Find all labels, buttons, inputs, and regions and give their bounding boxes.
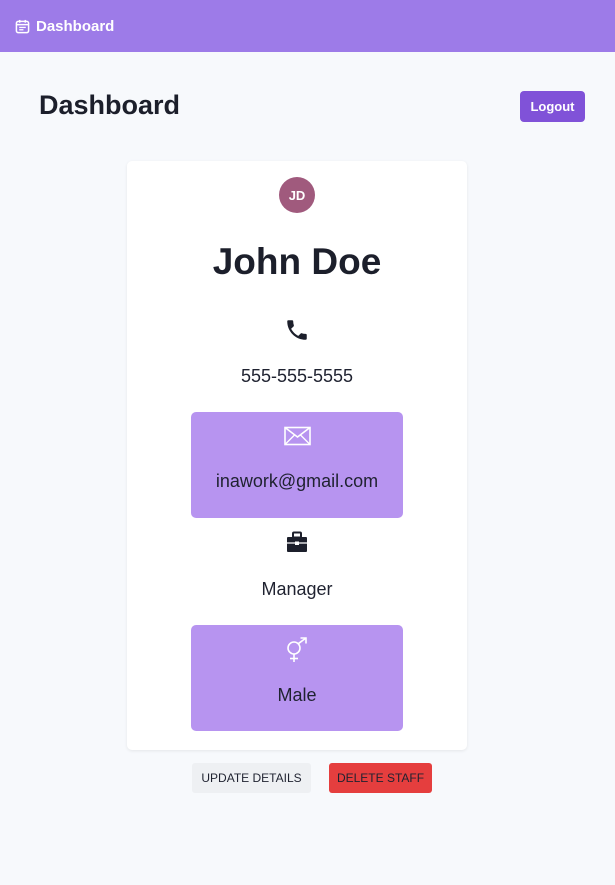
gender-icon (191, 637, 403, 663)
briefcase-icon (127, 531, 467, 553)
brand-link[interactable]: Dashboard (15, 18, 114, 35)
update-details-button[interactable]: UPDATE DETAILS (192, 763, 311, 793)
email-box: inawork@gmail.com (191, 412, 403, 518)
staff-name: John Doe (212, 241, 382, 282)
staff-role: Manager (261, 579, 333, 599)
staff-card: JD John Doe 555-555-5555 inawork@gmail.c… (127, 161, 467, 750)
delete-staff-button[interactable]: DELETE STAFF (329, 763, 432, 793)
avatar: JD (279, 177, 315, 213)
page-title: Dashboard (39, 90, 181, 120)
email-address: inawork@gmail.com (215, 471, 379, 491)
top-navbar: Dashboard (0, 0, 615, 52)
logout-button[interactable]: Logout (520, 91, 585, 122)
envelope-icon (191, 426, 403, 446)
phone-icon (127, 317, 467, 343)
calendar-icon (15, 19, 30, 34)
phone-number: 555-555-5555 (240, 366, 354, 386)
staff-gender: Male (277, 685, 317, 705)
brand-label: Dashboard (36, 17, 115, 35)
gender-box: Male (191, 625, 403, 731)
